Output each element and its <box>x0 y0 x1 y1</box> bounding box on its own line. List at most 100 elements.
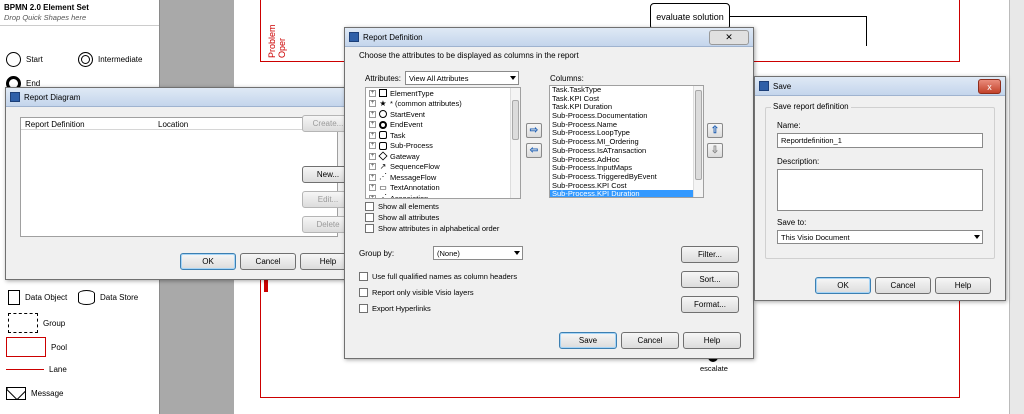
sequence-flow-line <box>730 16 866 17</box>
move-down-button[interactable]: ⇩ <box>707 143 723 158</box>
tree-scrollbar[interactable] <box>510 88 520 198</box>
task-evaluate-solution[interactable]: evaluate solution <box>650 3 730 30</box>
tree-item[interactable]: + Gateway <box>366 151 520 162</box>
shape-start[interactable]: Start <box>6 52 43 67</box>
checkbox-box <box>365 202 374 211</box>
scroll-thumb[interactable] <box>695 90 702 180</box>
columns-list[interactable]: Task.TaskType Task.KPI Cost Task.KPI Durat… <box>549 85 704 198</box>
start-event-icon <box>379 110 387 119</box>
scroll-thumb[interactable] <box>512 100 519 140</box>
save-button[interactable]: Save <box>559 332 617 349</box>
expand-icon[interactable]: + <box>369 100 376 108</box>
shape-intermediate[interactable]: Intermediate <box>78 52 142 67</box>
canvas-vertical-scrollbar[interactable] <box>1009 0 1024 414</box>
expand-icon[interactable]: + <box>369 89 376 97</box>
shape-group[interactable]: Group <box>8 313 65 333</box>
pool-icon <box>6 337 46 357</box>
save-titlebar[interactable]: Save <box>755 77 1005 96</box>
expand-icon[interactable]: + <box>369 121 376 129</box>
checkbox-label: Show attributes in alphabetical order <box>378 224 500 233</box>
selected-value: This Visio Document <box>781 232 850 242</box>
tree-item[interactable]: + ⋰ MessageFlow <box>366 172 520 183</box>
show-all-elements-checkbox[interactable]: Show all elements <box>365 202 439 211</box>
pool-label: Problem Oper <box>267 24 287 58</box>
expand-icon[interactable]: + <box>369 131 376 139</box>
cancel-button[interactable]: Cancel <box>875 277 931 294</box>
cancel-button[interactable]: Cancel <box>621 332 679 349</box>
expand-icon[interactable]: + <box>369 184 376 192</box>
ok-button[interactable]: OK <box>815 277 871 294</box>
shape-label: Data Store <box>100 293 139 302</box>
expand-icon[interactable]: + <box>369 142 376 150</box>
column-item[interactable]: Sub-Process.KPI Duration <box>550 190 703 197</box>
tree-item[interactable]: + Sub-Process <box>366 141 520 152</box>
move-up-button[interactable]: ⇧ <box>707 123 723 138</box>
attributes-filter-select[interactable]: View All Attributes <box>405 71 519 85</box>
expand-icon[interactable]: + <box>369 110 376 118</box>
sequence-flow-icon: ↗ <box>379 161 387 171</box>
sort-button[interactable]: Sort... <box>681 271 739 288</box>
expand-icon[interactable]: + <box>369 194 376 198</box>
tree-item[interactable]: + Task <box>366 130 520 141</box>
show-all-attributes-checkbox[interactable]: Show all attributes <box>365 213 439 222</box>
close-icon: ✕ <box>725 32 733 42</box>
name-input[interactable]: Reportdefinition_1 <box>777 133 983 148</box>
tree-item[interactable]: + ★ * (common attributes) <box>366 99 520 110</box>
visible-layers-checkbox[interactable]: Report only visible Visio layers <box>359 288 474 297</box>
save-to-select[interactable]: This Visio Document <box>777 230 983 244</box>
help-button[interactable]: Help <box>683 332 741 349</box>
attributes-tree[interactable]: + ElementType + ★ * (common attributes) + Star… <box>365 87 521 199</box>
data-object-icon <box>8 290 20 305</box>
column-header-definition[interactable]: Report Definition <box>25 120 85 129</box>
filter-button[interactable]: Filter... <box>681 246 739 263</box>
group-by-select[interactable]: (None) <box>433 246 523 260</box>
tree-item[interactable]: + EndEvent <box>366 120 520 131</box>
column-header-location[interactable]: Location <box>158 120 188 129</box>
full-qualified-names-checkbox[interactable]: Use full qualified names as column heade… <box>359 272 517 281</box>
tree-item[interactable]: + ▭ TextAnnotation <box>366 183 520 194</box>
shape-label: Message <box>31 389 64 398</box>
tree-item-label: StartEvent <box>390 109 426 119</box>
stencil-title: BPMN 2.0 Element Set <box>4 3 89 12</box>
tree-item[interactable]: + StartEvent <box>366 109 520 120</box>
report-definition-list[interactable]: Report Definition Location <box>20 117 338 237</box>
report-definition-titlebar[interactable]: Report Definition <box>345 28 753 47</box>
attributes-label: Attributes: <box>365 74 402 83</box>
cancel-button[interactable]: Cancel <box>240 253 296 270</box>
remove-column-button[interactable]: ⇦ <box>526 143 542 158</box>
expand-icon[interactable]: + <box>369 173 376 181</box>
association-icon: ⋰ <box>379 193 387 199</box>
shape-pool[interactable]: Pool <box>6 337 67 357</box>
shape-label: Data Object <box>25 293 68 302</box>
expand-icon[interactable]: + <box>369 152 376 160</box>
description-textarea[interactable] <box>777 169 983 211</box>
tree-item[interactable]: + ⋰ Association <box>366 193 520 199</box>
columns-scrollbar[interactable] <box>693 86 703 197</box>
report-diagram-titlebar[interactable]: Report Diagram <box>6 88 359 107</box>
close-button[interactable]: ✕ <box>709 30 749 45</box>
format-button[interactable]: Format... <box>681 296 739 313</box>
dialog-title: Report Diagram <box>24 92 81 102</box>
expand-icon[interactable]: + <box>369 163 376 171</box>
export-hyperlinks-checkbox[interactable]: Export Hyperlinks <box>359 304 431 313</box>
add-column-button[interactable]: ⇨ <box>526 123 542 138</box>
tree-item[interactable]: + ↗ SequenceFlow <box>366 162 520 173</box>
help-button[interactable]: Help <box>935 277 991 294</box>
chevron-down-icon <box>510 76 516 80</box>
report-definition-dialog: Report Definition ✕ Choose the attribute… <box>344 27 754 359</box>
checkbox-label: Show all elements <box>378 202 439 211</box>
shape-data-object[interactable]: Data Object <box>8 290 67 305</box>
shape-data-store[interactable]: Data Store <box>78 290 138 305</box>
tree-item-label: TextAnnotation <box>390 183 440 193</box>
description-label: Description: <box>777 157 820 166</box>
tree-item-label: ElementType <box>390 88 434 98</box>
tree-item[interactable]: + ElementType <box>366 88 520 99</box>
checkbox-box <box>365 224 374 233</box>
checkbox-label: Export Hyperlinks <box>372 304 431 313</box>
shape-message[interactable]: Message <box>6 387 63 400</box>
instruction-text: Choose the attributes to be displayed as… <box>359 51 579 60</box>
close-button[interactable]: x <box>978 79 1001 94</box>
shape-lane[interactable]: Lane <box>6 365 67 374</box>
ok-button[interactable]: OK <box>180 253 236 270</box>
alphabetical-order-checkbox[interactable]: Show attributes in alphabetical order <box>365 224 499 233</box>
